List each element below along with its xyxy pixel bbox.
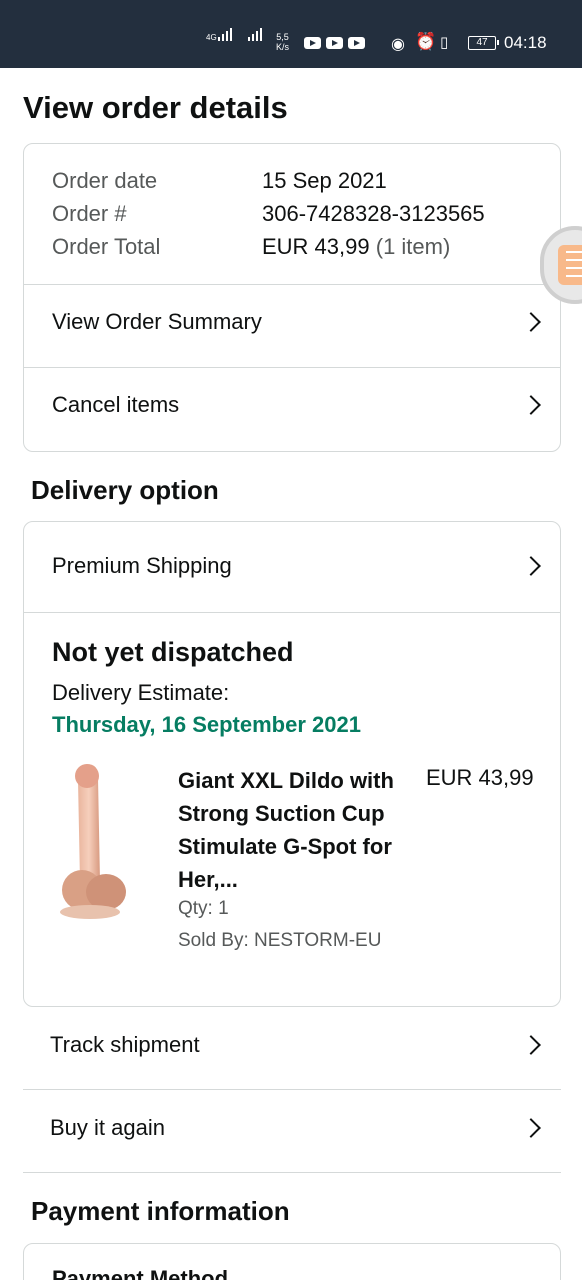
chevron-right-icon [521, 395, 541, 415]
order-total-value: EUR 43,99 [262, 234, 370, 259]
order-total-row: Order Total EUR 43,99 (1 item) [24, 234, 560, 267]
speed-value: 5,5 [276, 32, 289, 42]
cancel-items-label: Cancel items [52, 392, 180, 417]
order-number-row: Order # 306-7428328-3123565 [24, 201, 560, 234]
shipping-option-label: Premium Shipping [52, 553, 232, 578]
network-type: 4G [206, 33, 217, 42]
divider [24, 612, 560, 613]
track-shipment-link[interactable]: Track shipment [23, 1008, 561, 1090]
status-bar: 4G 5,5 K/s ◉ ⏰ ▯ 47 04:18 [0, 0, 582, 68]
product-price: EUR 43,99 [426, 765, 534, 790]
delivery-estimate-date: Thursday, 16 September 2021 [52, 712, 361, 737]
youtube-icon [304, 37, 321, 49]
product-image[interactable] [54, 762, 144, 927]
youtube-icon [348, 37, 365, 49]
page-title: View order details [23, 90, 288, 125]
shipment-status: Not yet dispatched [52, 637, 294, 667]
order-total-value-group: EUR 43,99 (1 item) [262, 234, 450, 260]
buy-again-label: Buy it again [50, 1115, 165, 1140]
chevron-right-icon [521, 1118, 541, 1138]
network-speed: 5,5 K/s [276, 32, 289, 52]
signal-icon [248, 28, 262, 41]
battery-icon: 47 [468, 36, 499, 50]
order-date-label: Order date [52, 168, 158, 193]
view-order-summary-label: View Order Summary [52, 309, 262, 334]
youtube-icon [326, 37, 343, 49]
alarm-icon: ⏰ [415, 32, 437, 51]
delivery-card: Premium Shipping Not yet dispatched Deli… [23, 521, 561, 1007]
cancel-items-link[interactable]: Cancel items [24, 368, 560, 450]
payment-card: Payment Method [23, 1243, 561, 1280]
order-date-value: 15 Sep 2021 [262, 168, 387, 193]
product-title-link[interactable]: Giant XXL Dildo with Strong Suction Cup … [178, 764, 416, 896]
speed-unit: K/s [276, 42, 290, 52]
delivery-section-title: Delivery option [31, 475, 219, 505]
chevron-right-icon [521, 1035, 541, 1055]
product-seller: Sold By: NESTORM-EU [178, 930, 382, 951]
chevron-right-icon [521, 312, 541, 332]
delivery-estimate-label: Delivery Estimate: [52, 680, 230, 705]
product-quantity: Qty: 1 [178, 898, 229, 919]
order-info-card: Order date 15 Sep 2021 Order # 306-74283… [23, 143, 561, 452]
order-total-items: (1 item) [375, 234, 451, 259]
track-shipment-label: Track shipment [50, 1032, 200, 1057]
premium-shipping-link[interactable]: Premium Shipping [24, 524, 560, 613]
list-icon [558, 245, 582, 285]
payment-method-label: Payment Method [52, 1266, 229, 1280]
order-total-label: Order Total [52, 234, 161, 259]
order-date-row: Order date 15 Sep 2021 [24, 168, 560, 201]
eye-icon: ◉ [391, 36, 405, 53]
order-number-value: 306-7428328-3123565 [262, 201, 485, 226]
buy-again-link[interactable]: Buy it again [23, 1091, 561, 1173]
clock-time: 04:18 [504, 33, 547, 52]
order-number-label: Order # [52, 201, 127, 226]
signal-icon [218, 28, 232, 41]
vibrate-icon: ▯ [440, 34, 449, 51]
chevron-right-icon [521, 556, 541, 576]
view-order-summary-link[interactable]: View Order Summary [24, 285, 560, 367]
payment-section-title: Payment information [31, 1196, 290, 1226]
